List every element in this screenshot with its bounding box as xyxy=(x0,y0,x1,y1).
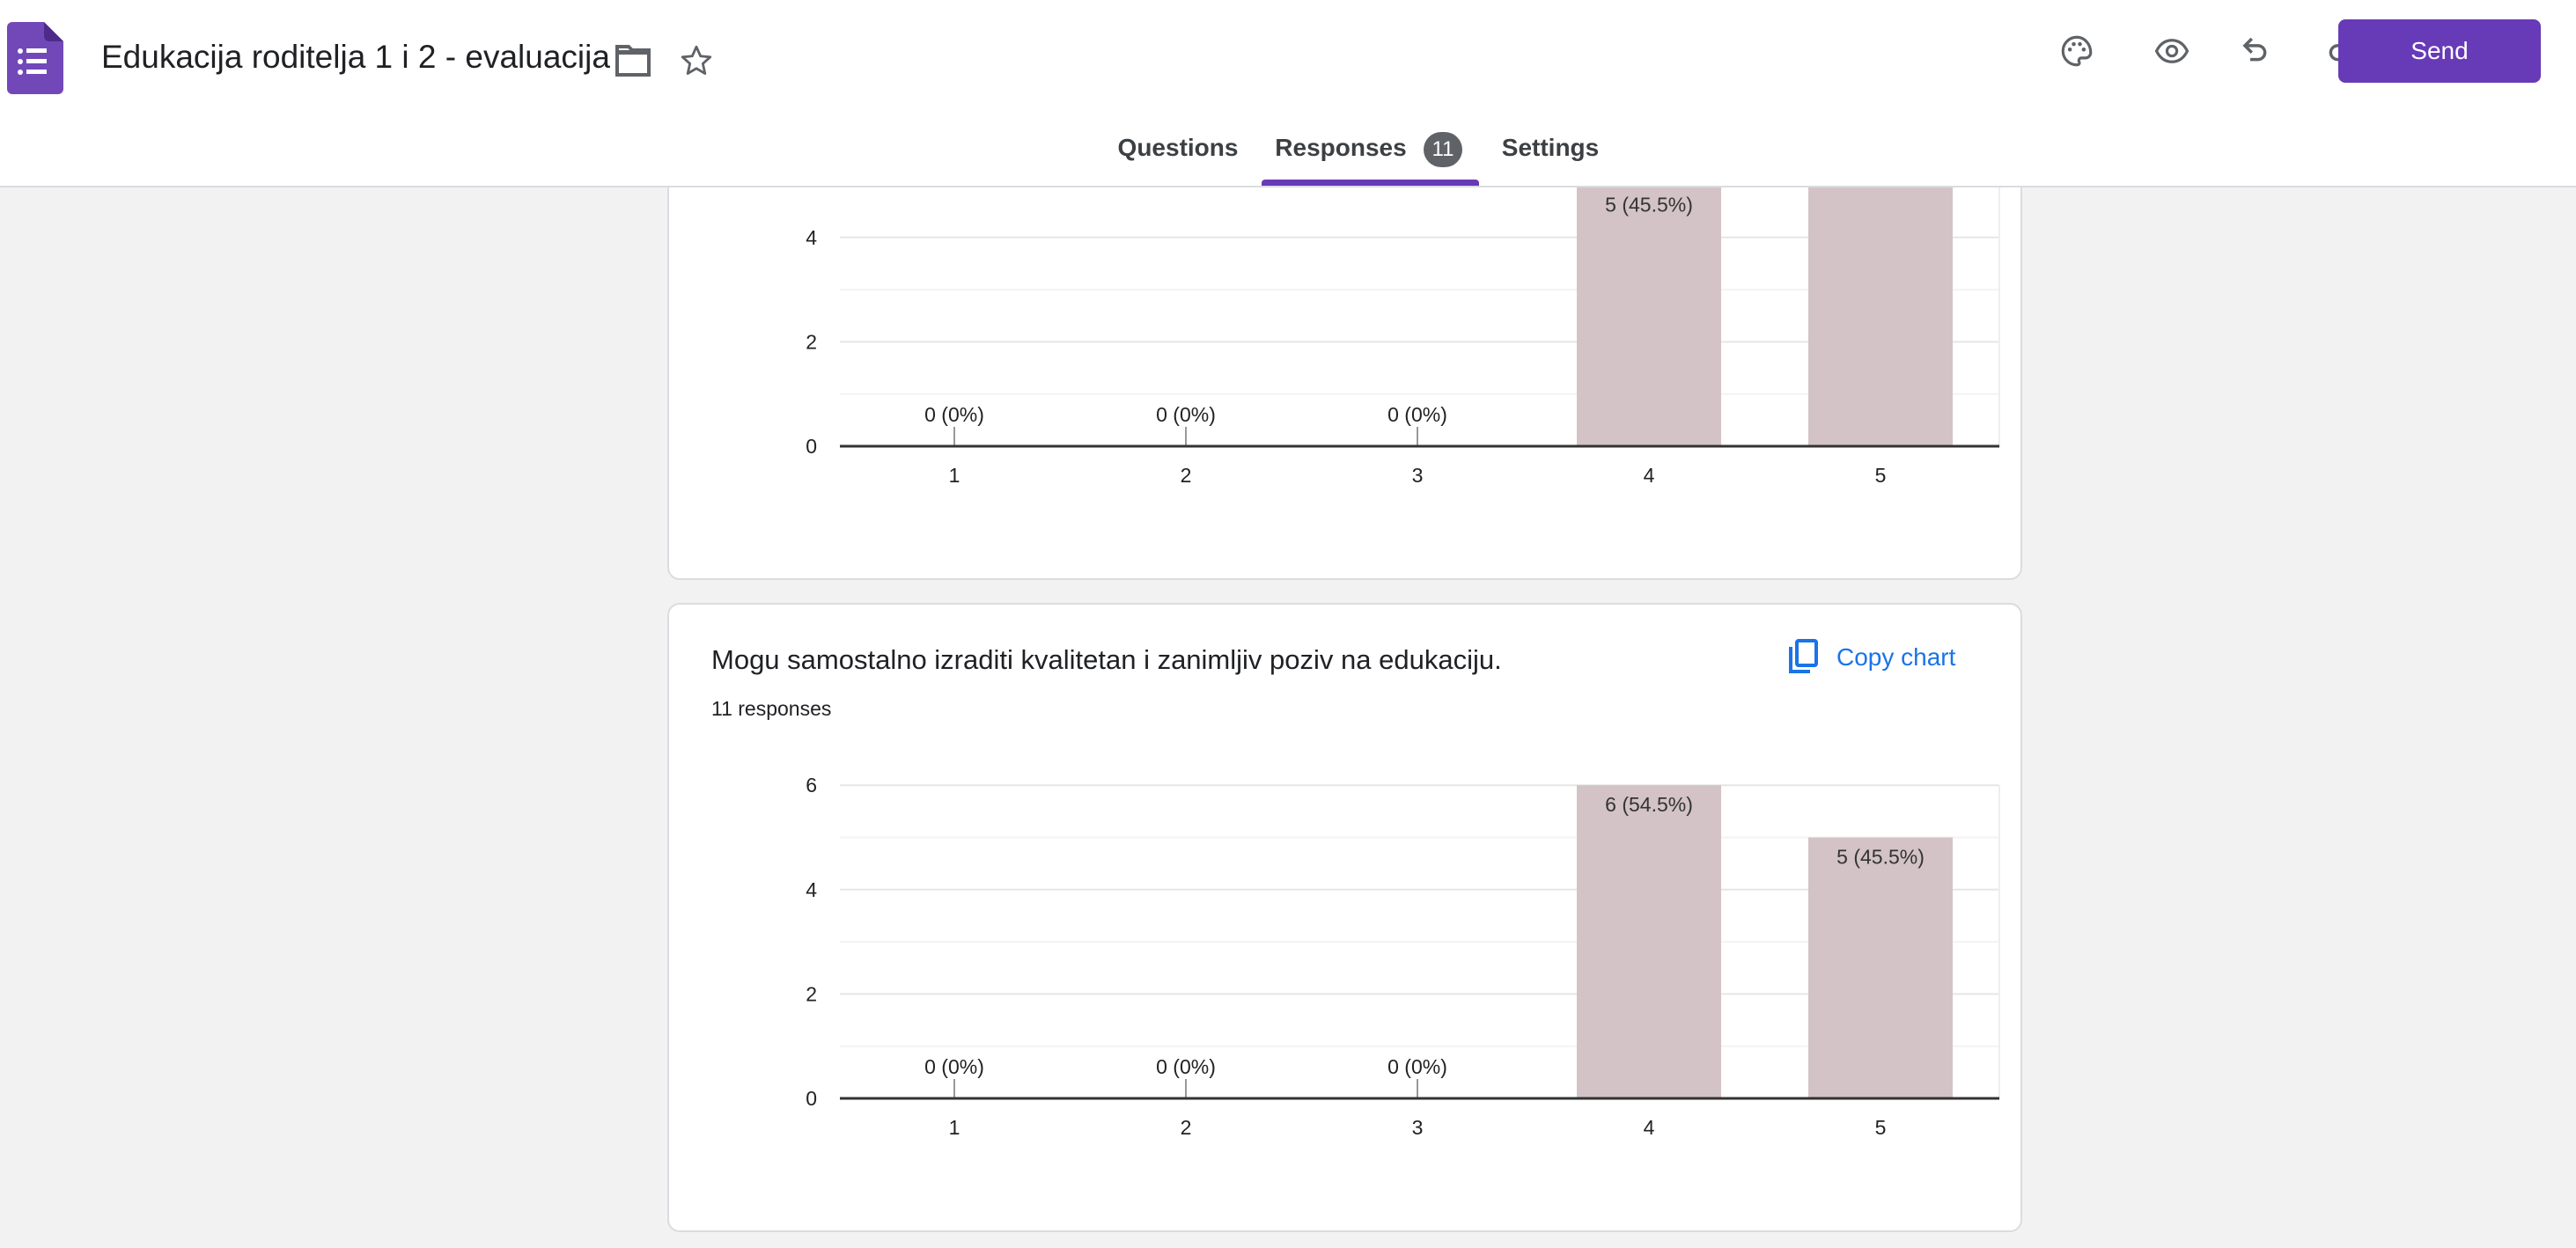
app-header: Edukacija roditelja 1 i 2 - evaluacija S… xyxy=(0,0,2576,187)
bar-value-label: 5 (45.5%) xyxy=(1605,194,1693,217)
tab-questions[interactable]: Questions xyxy=(1118,134,1239,162)
x-tick-label: 2 xyxy=(1181,464,1192,487)
send-button[interactable]: Send xyxy=(2338,19,2541,83)
copy-icon xyxy=(1789,639,1818,673)
y-tick-label: 6 xyxy=(806,774,817,797)
bar xyxy=(1577,785,1721,1098)
x-tick-label: 5 xyxy=(1875,464,1887,487)
question-title: Mogu samostalno izraditi kvalitetan i za… xyxy=(711,644,1502,675)
responses-count-badge: 11 xyxy=(1424,132,1462,167)
x-tick-label: 1 xyxy=(949,1116,960,1139)
bar-value-label: 0 (0%) xyxy=(924,403,984,426)
x-tick-label: 2 xyxy=(1181,1116,1192,1139)
x-tick-label: 4 xyxy=(1644,464,1655,487)
tab-settings[interactable]: Settings xyxy=(1502,134,1599,162)
y-tick-label: 4 xyxy=(806,226,817,249)
form-title[interactable]: Edukacija roditelja 1 i 2 - evaluacija xyxy=(101,39,610,76)
bar-value-label: 0 (0%) xyxy=(1156,403,1216,426)
eye-icon[interactable] xyxy=(2152,33,2192,70)
y-tick-label: 0 xyxy=(806,435,817,458)
bar xyxy=(1577,185,1721,446)
undo-icon[interactable] xyxy=(2238,33,2275,70)
active-tab-indicator xyxy=(1262,180,1479,186)
bar-value-label: 5 (45.5%) xyxy=(1836,846,1925,869)
x-tick-label: 3 xyxy=(1412,464,1424,487)
y-tick-label: 4 xyxy=(806,878,817,901)
tab-responses[interactable]: Responses xyxy=(1275,134,1406,162)
x-tick-label: 1 xyxy=(949,464,960,487)
palette-icon[interactable] xyxy=(2058,33,2095,70)
bar xyxy=(1808,837,1953,1098)
bar-value-label: 0 (0%) xyxy=(1156,1055,1216,1078)
y-tick-label: 2 xyxy=(806,982,817,1005)
x-tick-label: 3 xyxy=(1412,1116,1424,1139)
copy-chart-label: Copy chart xyxy=(1836,643,1956,671)
forms-logo-icon[interactable] xyxy=(7,22,63,94)
y-tick-label: 0 xyxy=(806,1087,817,1110)
x-tick-label: 4 xyxy=(1644,1116,1655,1139)
bar-value-label: 0 (0%) xyxy=(924,1055,984,1078)
copy-chart-button[interactable]: Copy chart xyxy=(1785,637,1955,678)
response-count: 11 responses xyxy=(711,697,832,720)
star-icon[interactable] xyxy=(678,42,715,79)
bar-value-label: 0 (0%) xyxy=(1387,1055,1447,1078)
x-tick-label: 5 xyxy=(1875,1116,1887,1139)
bar-value-label: 6 (54.5%) xyxy=(1605,793,1693,816)
folder-icon[interactable] xyxy=(615,44,651,77)
y-tick-label: 2 xyxy=(806,330,817,353)
bar-value-label: 0 (0%) xyxy=(1387,403,1447,426)
